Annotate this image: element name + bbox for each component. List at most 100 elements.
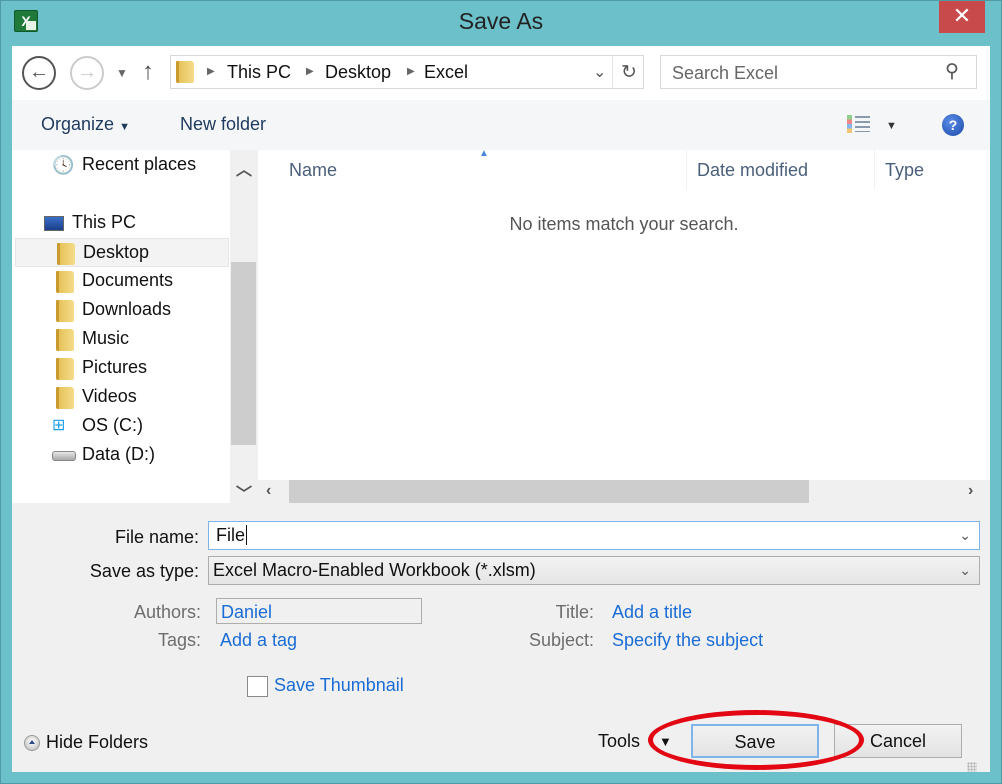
address-bar[interactable]: ▶ This PC ▶ Desktop ▶ Excel ⌄ ↻ (170, 55, 644, 89)
search-box[interactable]: Search Excel ⚲ (660, 55, 977, 89)
text-cursor (246, 525, 248, 545)
system-drive-icon: ⊞ (52, 417, 66, 434)
forward-arrow-icon: → (77, 61, 97, 83)
divider (612, 56, 613, 88)
nav-item-downloads[interactable]: Downloads (12, 296, 229, 325)
column-divider (874, 150, 875, 190)
column-header-date-modified[interactable]: Date modified (697, 160, 808, 181)
scroll-up-icon[interactable]: ︿ (236, 156, 252, 180)
back-arrow-icon: ← (29, 61, 49, 83)
collapse-icon[interactable] (24, 735, 40, 751)
recent-places-icon: 🕓 (52, 155, 75, 175)
file-name-input[interactable]: File ⌄ (208, 521, 980, 550)
scrollbar-thumb[interactable] (289, 480, 809, 503)
nav-item-label: Pictures (82, 357, 148, 377)
subject-field[interactable]: Specify the subject (612, 630, 763, 651)
nav-item-label: Documents (82, 270, 174, 290)
column-header-type[interactable]: Type (885, 160, 924, 181)
file-name-value: File (216, 525, 246, 545)
nav-item-label: Data (D:) (82, 444, 156, 464)
details-view-icon[interactable] (847, 114, 871, 134)
desktop-folder-icon (57, 243, 75, 265)
up-button[interactable]: ↑ (142, 58, 154, 86)
save-as-type-value: Excel Macro-Enabled Workbook (*.xlsm) (213, 560, 536, 580)
nav-item-pictures[interactable]: Pictures (12, 354, 229, 383)
tools-dropdown-icon[interactable]: ▼ (659, 734, 672, 749)
nav-item-documents[interactable]: Documents (12, 267, 229, 296)
resize-grip[interactable] (967, 762, 977, 772)
tags-field[interactable]: Add a tag (220, 630, 297, 651)
save-thumbnail-checkbox[interactable] (247, 676, 268, 697)
up-arrow-icon: ↑ (142, 58, 154, 85)
nav-item-videos[interactable]: Videos (12, 383, 229, 412)
recent-locations-button[interactable]: ▼ (116, 66, 128, 80)
command-bar (12, 100, 990, 150)
breadcrumb-separator: ▶ (207, 66, 215, 77)
hide-folders-button[interactable]: Hide Folders (46, 732, 148, 753)
help-icon[interactable]: ? (942, 114, 964, 136)
file-name-label: File name: (114, 527, 199, 547)
search-placeholder: Search Excel (672, 63, 779, 83)
column-header-name[interactable]: Name (289, 160, 337, 181)
tools-menu[interactable]: Tools (598, 731, 640, 752)
nav-item-desktop[interactable]: Desktop (15, 238, 229, 267)
refresh-icon[interactable]: ↻ (621, 61, 637, 84)
save-as-type-label: Save as type: (89, 561, 199, 581)
tags-label: Tags: (157, 630, 201, 650)
nav-item-music[interactable]: Music (12, 325, 229, 354)
view-options-dropdown[interactable]: ▼ (886, 120, 897, 132)
forward-button[interactable]: → (70, 56, 104, 90)
window-title: Save As (458, 8, 544, 34)
organize-menu[interactable]: Organize ▼ (41, 114, 130, 135)
title-field[interactable]: Add a title (612, 602, 692, 623)
nav-item-label: Music (82, 328, 130, 348)
save-button[interactable]: Save (691, 724, 819, 758)
pictures-folder-icon (56, 358, 74, 380)
organize-label: Organize (41, 114, 115, 134)
scroll-left-icon[interactable]: ‹ (266, 482, 271, 500)
nav-item-label: OS (C:) (82, 415, 143, 435)
authors-label: Authors: (133, 602, 201, 622)
drive-icon (52, 451, 76, 461)
cancel-button[interactable]: Cancel (834, 724, 962, 758)
nav-item-recent-places[interactable]: 🕓 Recent places (12, 151, 229, 180)
computer-icon (44, 216, 64, 231)
breadcrumb-desktop[interactable]: Desktop (325, 62, 391, 83)
file-list (258, 150, 990, 480)
scroll-down-icon[interactable]: ﹀ (236, 480, 252, 504)
scroll-right-icon[interactable]: › (968, 482, 973, 500)
back-button[interactable]: ← (22, 56, 56, 90)
nav-item-this-pc[interactable]: This PC (12, 209, 229, 238)
breadcrumb-this-pc[interactable]: This PC (227, 62, 291, 83)
downloads-folder-icon (56, 300, 74, 322)
subject-label: Subject: (528, 630, 594, 650)
new-folder-button[interactable]: New folder (180, 114, 266, 135)
nav-item-os-c[interactable]: ⊞ OS (C:) (12, 412, 229, 441)
authors-value[interactable]: Daniel (221, 602, 272, 623)
save-thumbnail-label[interactable]: Save Thumbnail (274, 675, 404, 696)
videos-folder-icon (56, 387, 74, 409)
chevron-down-icon: ▼ (116, 66, 128, 80)
chevron-down-icon: ▼ (119, 121, 130, 133)
nav-item-label: Desktop (83, 242, 150, 262)
close-button[interactable]: ✕ (939, 1, 985, 33)
title-label: Title: (555, 602, 594, 622)
address-history-dropdown[interactable]: ⌄ (593, 62, 606, 82)
documents-folder-icon (56, 271, 74, 293)
nav-item-label: Recent places (82, 154, 197, 174)
save-as-type-select[interactable]: Excel Macro-Enabled Workbook (*.xlsm) ⌄ (208, 556, 980, 585)
breadcrumb-separator: ▶ (407, 66, 415, 77)
music-folder-icon (56, 329, 74, 351)
search-icon[interactable]: ⚲ (945, 60, 959, 83)
scrollbar-thumb[interactable] (231, 262, 256, 445)
column-divider (686, 150, 687, 190)
breadcrumb-excel[interactable]: Excel (424, 62, 468, 83)
nav-item-data-d[interactable]: Data (D:) (12, 441, 229, 470)
chevron-down-icon[interactable]: ⌄ (959, 527, 971, 544)
nav-item-label: This PC (72, 212, 137, 232)
breadcrumb-separator: ▶ (306, 66, 314, 77)
sort-ascending-icon: ▲ (479, 148, 489, 159)
nav-item-label: Downloads (82, 299, 172, 319)
close-icon: ✕ (952, 3, 972, 28)
nav-item-label: Videos (82, 386, 137, 406)
